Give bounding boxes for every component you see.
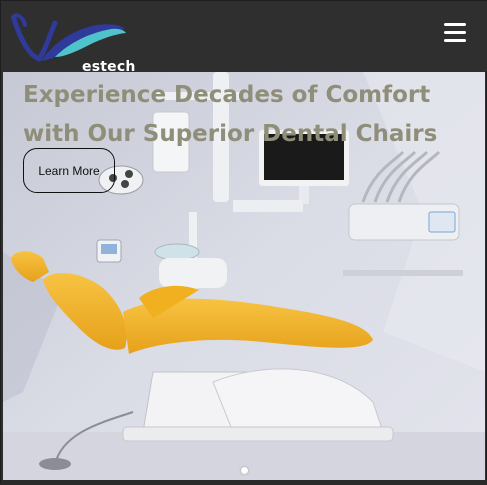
hero-slider: Experience Decades of Comfort with Our S… — [3, 72, 485, 480]
slider-dot-active[interactable] — [240, 467, 248, 474]
bottom-strip — [1, 480, 487, 485]
brand-logo[interactable]: estech — [11, 11, 135, 75]
site-header: estech — [1, 1, 487, 75]
hamburger-menu-button[interactable] — [444, 23, 466, 45]
slider-pagination — [3, 467, 485, 474]
learn-more-button[interactable]: Learn More — [23, 148, 115, 193]
hero-headline: Experience Decades of Comfort with Our S… — [23, 82, 438, 147]
page-frame: estech Experience Decades of Comfort wit… — [0, 0, 487, 485]
menu-line — [444, 39, 466, 42]
menu-line — [444, 23, 466, 26]
menu-line — [444, 31, 466, 34]
